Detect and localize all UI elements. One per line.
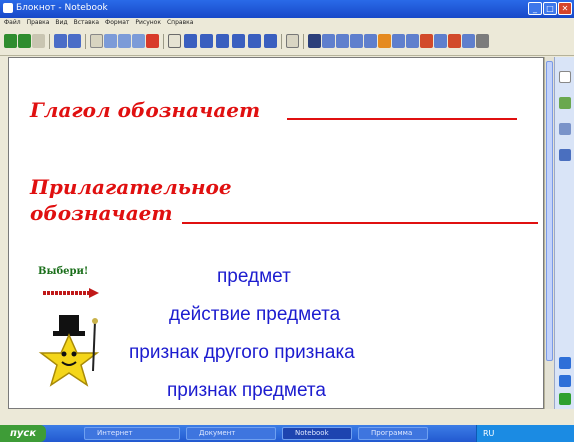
open-icon[interactable] (54, 34, 67, 48)
move-toolbar-icon[interactable] (559, 393, 571, 405)
close-button[interactable]: ✕ (558, 2, 572, 15)
answer-line-adjective (182, 222, 538, 224)
line-icon[interactable] (364, 34, 377, 48)
menu-format[interactable]: Формат (105, 18, 129, 28)
creative-pen-icon[interactable] (336, 34, 349, 48)
window-title: Блокнот - Notebook (16, 3, 108, 13)
properties-icon[interactable] (286, 34, 299, 48)
heading-adjective-line2: обозначает (30, 201, 173, 225)
screen-icon[interactable] (232, 34, 245, 48)
toolbar (0, 28, 574, 56)
whiteboard-page[interactable]: Глагол обозначает Прилагательное обознач… (8, 57, 544, 409)
taskbar: пуск Интернет Документ Notebook Программ… (0, 425, 574, 442)
toolbar-separator (49, 34, 50, 49)
highlighter-icon[interactable] (392, 34, 405, 48)
heading-adjective-line1: Прилагательное (30, 175, 232, 199)
next-page-icon[interactable] (559, 357, 571, 369)
pen-icon[interactable] (322, 34, 335, 48)
option-noun[interactable]: предмет (217, 266, 291, 288)
task-item[interactable]: Документ (186, 427, 276, 440)
menu-edit[interactable]: Правка (27, 18, 50, 28)
capture-icon[interactable] (216, 34, 229, 48)
fill-icon[interactable] (420, 34, 433, 48)
toolbar-separator (85, 34, 86, 49)
title-bar: Блокнот - Notebook _ □ ✕ (0, 0, 574, 18)
app-icon (3, 3, 13, 13)
task-item[interactable]: Интернет (84, 427, 180, 440)
screen-shade-icon[interactable] (168, 34, 181, 48)
select-arrow-icon[interactable] (308, 34, 321, 48)
delete-icon[interactable] (146, 34, 159, 48)
toolbar-separator (281, 34, 282, 49)
choose-label: Выбери! (38, 266, 89, 277)
language-indicator[interactable]: RU (477, 429, 494, 438)
copy-icon[interactable] (104, 34, 117, 48)
previous-page-icon[interactable] (559, 375, 571, 387)
attachments-icon[interactable] (559, 123, 571, 135)
paste-icon[interactable] (90, 34, 103, 48)
task-item[interactable]: Программа (358, 427, 428, 440)
table-icon[interactable] (184, 34, 197, 48)
text-icon[interactable] (264, 34, 277, 48)
menu-insert[interactable]: Вставка (74, 18, 99, 28)
shapes-icon[interactable] (434, 34, 447, 48)
menu-file[interactable]: Файл (4, 18, 21, 28)
redo-icon[interactable] (132, 34, 145, 48)
star-mascot-icon (38, 315, 100, 387)
minimize-button[interactable]: _ (528, 2, 542, 15)
menu-view[interactable]: Вид (55, 18, 67, 28)
vertical-scrollbar[interactable] (544, 57, 554, 409)
gallery-icon[interactable] (559, 97, 571, 109)
option-action[interactable]: действие предмета (169, 304, 340, 326)
shape-pen-icon[interactable] (406, 34, 419, 48)
menu-bar: Файл Правка Вид Вставка Формат Рисунок С… (0, 18, 574, 28)
scrollbar-thumb[interactable] (546, 61, 553, 361)
option-attribute-of-object[interactable]: признак предмета (167, 380, 326, 402)
answer-line-verb (287, 118, 517, 120)
arrow-icon (43, 288, 99, 298)
side-tabs (554, 57, 574, 409)
start-button[interactable]: пуск (0, 425, 46, 442)
undo-icon[interactable] (118, 34, 131, 48)
menu-draw[interactable]: Рисунок (135, 18, 161, 28)
properties-tab-icon[interactable] (559, 149, 571, 161)
page-sorter-icon[interactable] (559, 71, 571, 83)
text-tool-icon[interactable] (448, 34, 461, 48)
color-icon[interactable] (462, 34, 475, 48)
save-icon[interactable] (68, 34, 81, 48)
option-attribute-of-attribute[interactable]: признак другого признака (129, 342, 355, 364)
maximize-button[interactable]: □ (543, 2, 557, 15)
system-tray: RU (476, 425, 574, 442)
magic-pen-icon[interactable] (378, 34, 391, 48)
display-icon[interactable] (200, 34, 213, 48)
menu-help[interactable]: Справка (167, 18, 193, 28)
more-tools-icon[interactable] (476, 34, 489, 48)
document-camera-icon[interactable] (248, 34, 261, 48)
task-item-active[interactable]: Notebook (282, 427, 352, 440)
eraser-icon[interactable] (350, 34, 363, 48)
forward-arrow-icon[interactable] (18, 34, 31, 48)
back-arrow-icon[interactable] (4, 34, 17, 48)
heading-verb: Глагол обозначает (30, 98, 261, 122)
new-page-icon[interactable] (32, 34, 45, 48)
toolbar-separator (163, 34, 164, 49)
toolbar-separator (303, 34, 304, 49)
